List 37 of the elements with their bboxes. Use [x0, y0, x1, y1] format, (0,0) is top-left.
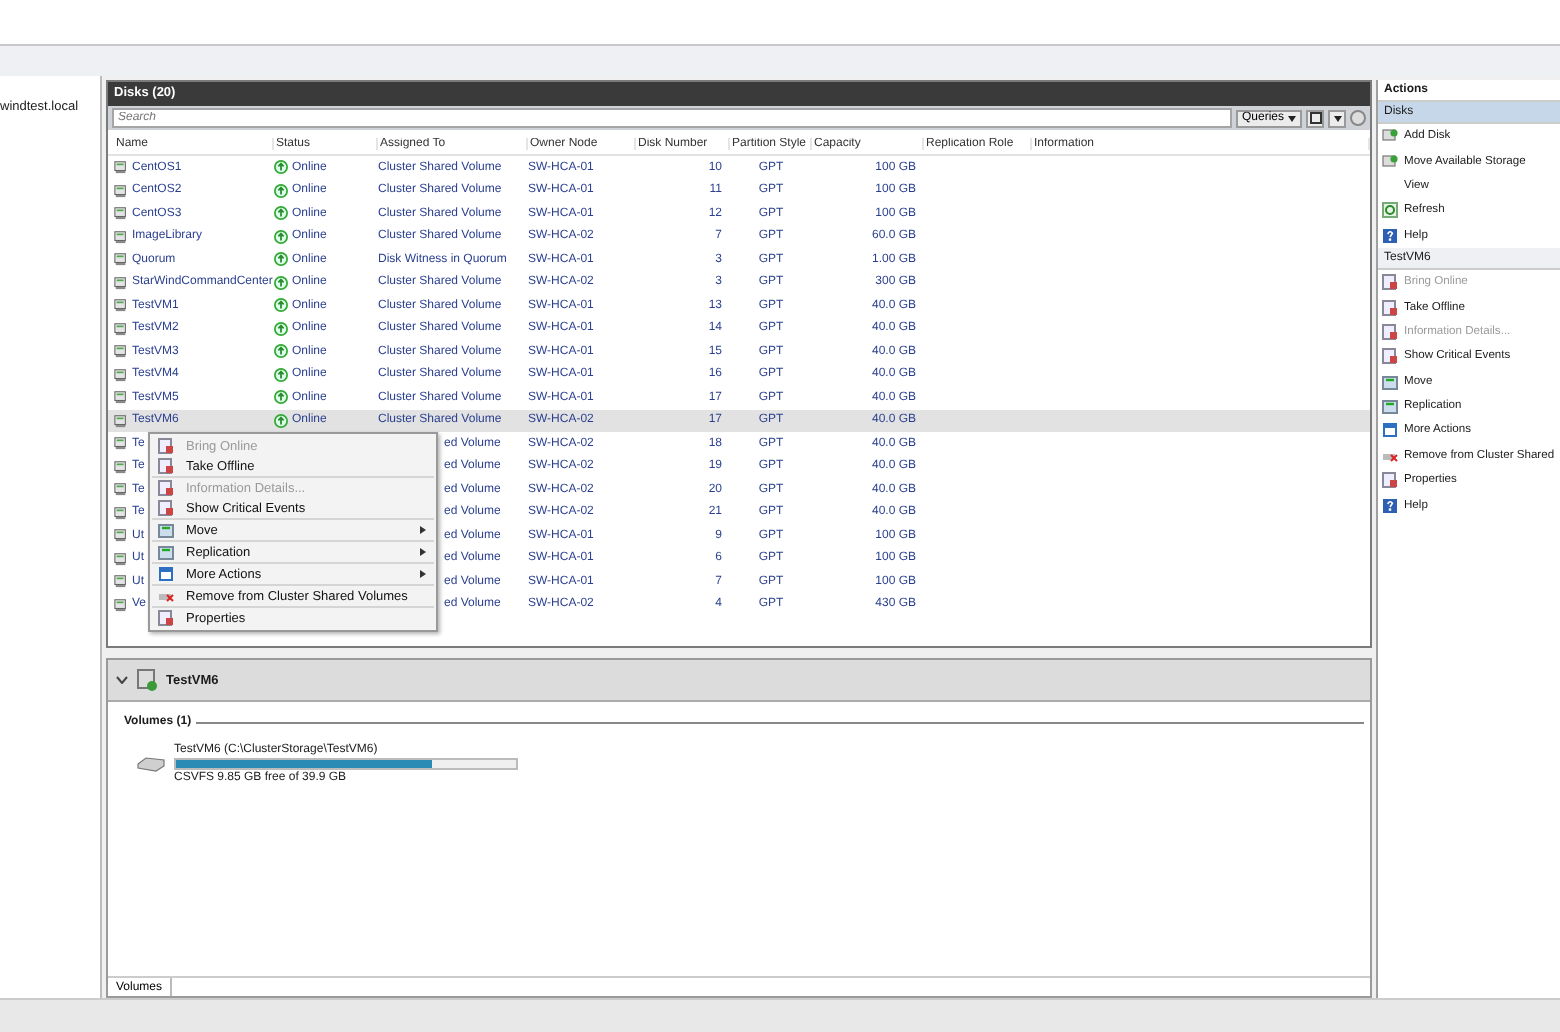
page-icon [158, 500, 174, 516]
page-icon [1382, 274, 1398, 291]
dropdown-button[interactable] [1328, 109, 1346, 127]
refresh-icon [1382, 202, 1398, 219]
drive-icon [136, 756, 166, 772]
move-icon [158, 544, 174, 560]
window-icon [1382, 422, 1398, 439]
page-icon [158, 610, 174, 626]
page-icon [1382, 348, 1398, 365]
online-status-icon [274, 275, 288, 290]
move-icon [1382, 398, 1398, 415]
expand-button[interactable] [1350, 110, 1366, 126]
online-status-icon [274, 183, 288, 198]
online-status-icon [274, 321, 288, 336]
page-icon [158, 458, 174, 474]
online-status-icon [274, 252, 288, 267]
move-icon [158, 522, 174, 538]
online-status-icon [274, 413, 288, 428]
page-icon [1382, 472, 1398, 489]
help-icon [1382, 227, 1398, 244]
online-status-icon [274, 160, 288, 175]
page-icon [1382, 299, 1398, 316]
online-status-icon [274, 367, 288, 382]
save-query-button[interactable] [1306, 109, 1324, 127]
online-status-icon [274, 390, 288, 405]
move-icon [1382, 373, 1398, 390]
online-status-icon [274, 298, 288, 313]
window-icon [158, 566, 174, 582]
page-icon [158, 438, 174, 454]
page-icon [1382, 323, 1398, 340]
remove-icon [158, 588, 174, 604]
online-status-icon [274, 206, 288, 221]
collapse-caret-icon[interactable] [116, 676, 128, 684]
online-status-icon [274, 229, 288, 244]
help-icon [1382, 497, 1398, 514]
page-icon [158, 480, 174, 496]
online-status-icon [274, 344, 288, 359]
